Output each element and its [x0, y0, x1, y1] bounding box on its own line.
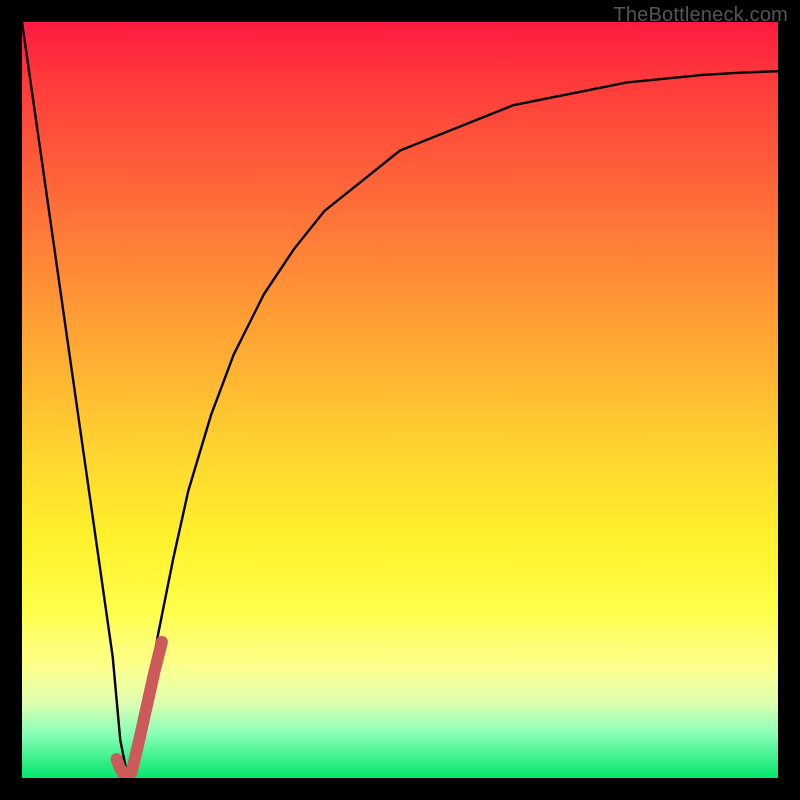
watermark-text: TheBottleneck.com	[613, 4, 788, 27]
curves-svg	[22, 22, 778, 778]
chart-frame: TheBottleneck.com	[0, 0, 800, 800]
bottleneck-curve-path	[22, 22, 778, 778]
plot-area	[22, 22, 778, 778]
